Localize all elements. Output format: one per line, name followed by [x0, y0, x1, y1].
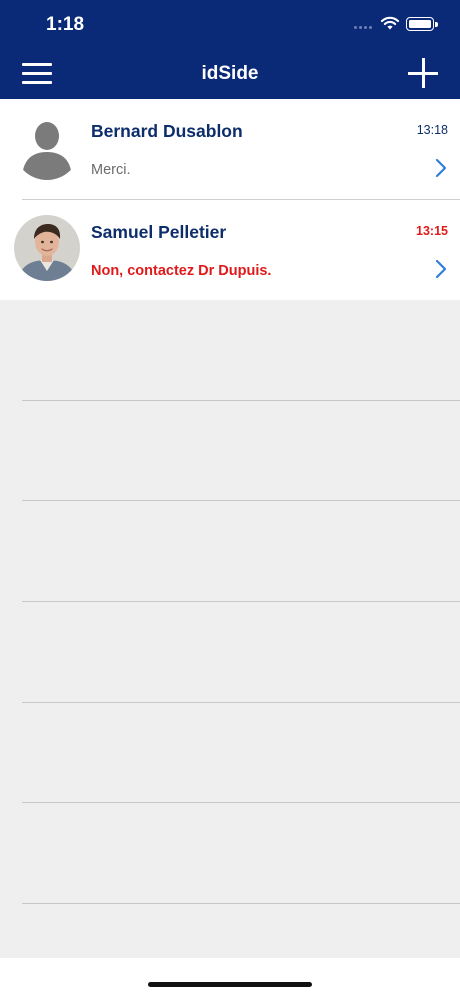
status-time: 1:18	[46, 14, 85, 35]
status-bar: 1:18	[0, 0, 460, 48]
profile-photo	[14, 215, 80, 281]
empty-row-divider	[22, 903, 460, 904]
contact-name: Bernard Dusablon	[91, 121, 243, 141]
chevron-right-icon	[435, 259, 447, 279]
home-indicator-area	[0, 958, 460, 996]
navigation-bar: idSide	[0, 48, 460, 99]
conversation-row-samuel-pelletier[interactable]: Samuel Pelletier 13:15 Non, contactez Dr…	[0, 200, 460, 301]
empty-row-divider	[22, 802, 460, 803]
contact-name: Samuel Pelletier	[91, 222, 227, 242]
empty-row-divider	[22, 601, 460, 602]
add-conversation-button[interactable]	[408, 58, 438, 88]
home-indicator[interactable]	[148, 982, 312, 987]
empty-row-divider	[22, 500, 460, 501]
cellular-signal-icon	[354, 26, 376, 30]
page-title: idSide	[201, 63, 259, 84]
message-time: 13:18	[416, 123, 448, 137]
last-message: Non, contactez Dr Dupuis.	[91, 263, 272, 279]
default-person-silhouette-icon	[14, 114, 80, 180]
empty-row-divider	[22, 400, 460, 401]
conversation-list: Bernard Dusablon 13:18 Merci. Samuel Pel…	[0, 99, 460, 301]
message-time: 13:15	[416, 224, 448, 238]
wifi-icon	[380, 16, 400, 30]
battery-icon	[406, 17, 438, 31]
last-message: Merci.	[91, 162, 131, 178]
chevron-right-icon	[435, 158, 447, 178]
empty-list-area	[0, 300, 460, 958]
empty-row-divider	[22, 702, 460, 703]
conversation-row-bernard-dusablon[interactable]: Bernard Dusablon 13:18 Merci.	[0, 99, 460, 200]
